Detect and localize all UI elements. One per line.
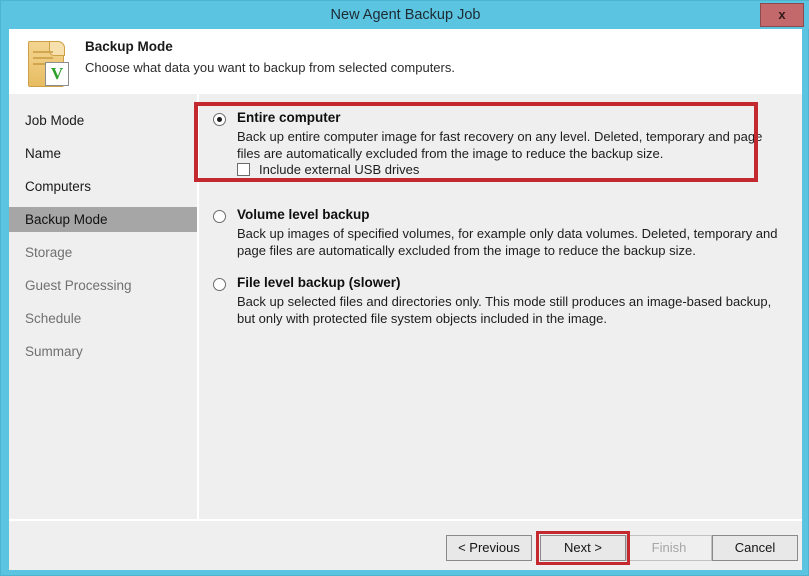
cancel-button[interactable]: Cancel [712,535,798,561]
radio-volume-level-backup[interactable] [213,210,226,223]
sidebar-item-schedule[interactable]: Schedule [9,306,197,331]
dialog-footer: < Previous Next > Finish Cancel [9,519,802,570]
option-title: Volume level backup [237,207,370,222]
radio-file-level-backup[interactable] [213,278,226,291]
sidebar-item-name[interactable]: Name [9,141,197,166]
wizard-steps-sidebar: Job Mode Name Computers Backup Mode Stor… [9,94,199,519]
backup-mode-options: Entire computer Back up entire computer … [199,94,802,519]
close-button[interactable]: x [760,3,804,27]
close-icon: x [778,7,786,22]
sidebar-item-storage[interactable]: Storage [9,240,197,265]
page-title: Backup Mode [85,39,173,54]
veeam-v-icon: V [45,62,69,86]
option-title: Entire computer [237,110,341,125]
finish-button: Finish [626,535,712,561]
sidebar-item-summary[interactable]: Summary [9,339,197,364]
option-description: Back up entire computer image for fast r… [237,129,763,161]
checkbox-label: Include external USB drives [259,162,420,177]
next-button[interactable]: Next > [540,535,626,561]
dialog-window: New Agent Backup Job x V Backup Mode Cho… [0,0,809,576]
page-subtitle: Choose what data you want to backup from… [85,60,455,75]
option-title: File level backup (slower) [237,275,401,290]
sidebar-item-backup-mode[interactable]: Backup Mode [9,207,197,232]
scroll-document-icon: V [19,35,75,89]
previous-button[interactable]: < Previous [446,535,532,561]
sidebar-item-computers[interactable]: Computers [9,174,197,199]
window-title: New Agent Backup Job [330,7,481,23]
title-bar: New Agent Backup Job x [1,1,809,29]
option-description: Back up selected files and directories o… [237,294,772,326]
dialog-body: Job Mode Name Computers Backup Mode Stor… [9,94,802,519]
radio-entire-computer[interactable] [213,113,226,126]
sidebar-item-guest-processing[interactable]: Guest Processing [9,273,197,298]
option-description: Back up images of specified volumes, for… [237,226,778,258]
sidebar-item-job-mode[interactable]: Job Mode [9,108,197,133]
wizard-header: V Backup Mode Choose what data you want … [9,29,802,94]
checkbox-include-external-usb-drives[interactable] [237,163,250,176]
